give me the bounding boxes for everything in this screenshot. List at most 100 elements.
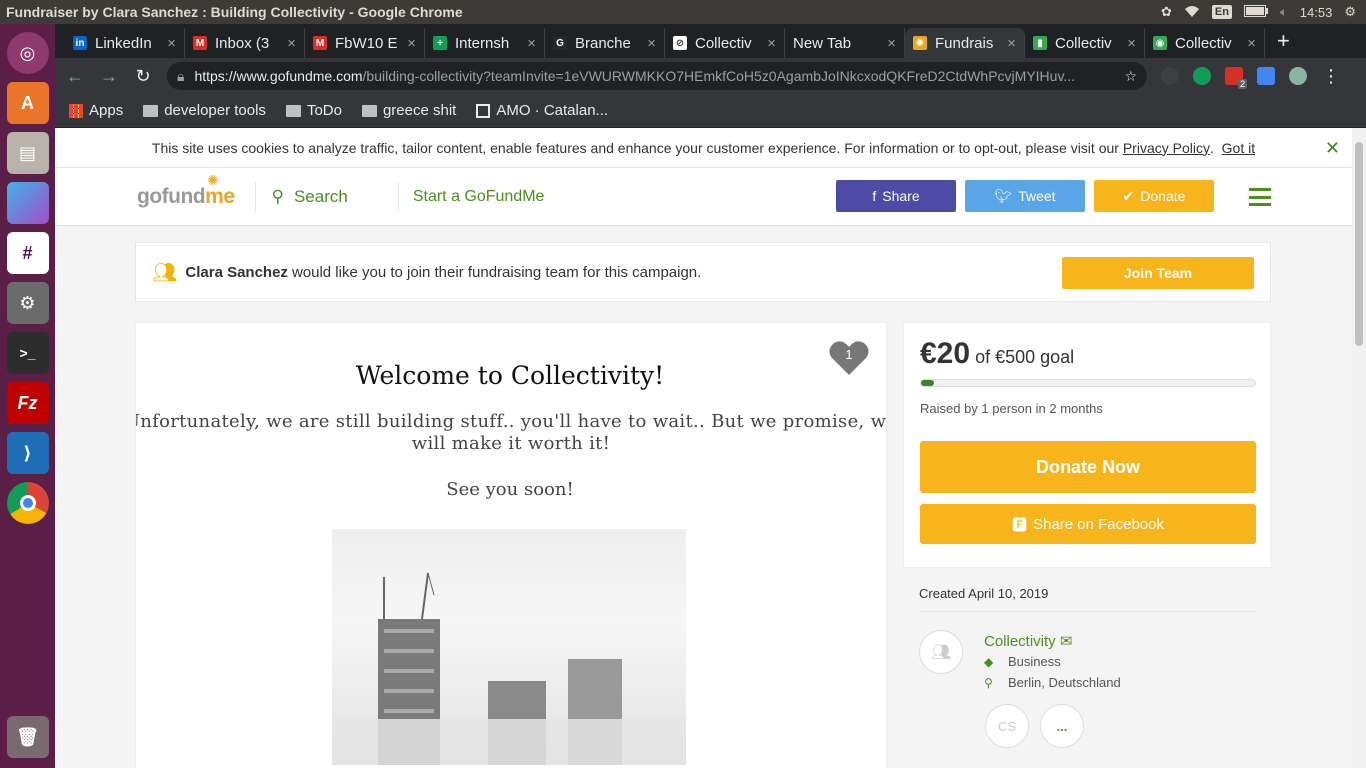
browser-tab[interactable]: in LinkedIn × bbox=[65, 28, 185, 58]
volume-muted-icon[interactable]: 🔈︎ bbox=[1280, 4, 1288, 20]
bookmark-item[interactable]: Apps bbox=[69, 102, 123, 119]
join-team-button[interactable]: Join Team bbox=[1062, 257, 1254, 289]
terminal-icon[interactable]: >_ bbox=[6, 332, 49, 374]
tab-close-icon[interactable]: × bbox=[1127, 35, 1136, 52]
heart-count: 1 bbox=[845, 347, 853, 362]
page-icon bbox=[476, 103, 491, 118]
battery-icon[interactable] bbox=[1243, 4, 1268, 20]
clock[interactable]: 14:53 bbox=[1300, 5, 1333, 20]
donate-button[interactable]: ✔ Donate bbox=[1094, 180, 1214, 212]
donate-now-button[interactable]: Donate Now bbox=[920, 441, 1256, 493]
browser-tab[interactable]: New Tab × bbox=[785, 28, 905, 58]
browser-tab[interactable]: M FbW10 E × bbox=[305, 28, 425, 58]
bookmark-item[interactable]: developer tools bbox=[143, 102, 266, 119]
tab-label: Internsh bbox=[455, 34, 510, 52]
settings-gear-icon[interactable]: ⚙ bbox=[1344, 4, 1356, 20]
apps-grid-icon bbox=[69, 103, 83, 118]
category[interactable]: ◆ Business bbox=[984, 654, 1061, 669]
facebook-icon: 🅵︎ bbox=[1012, 516, 1028, 534]
construction-fog-image bbox=[332, 529, 686, 765]
profile-avatar[interactable] bbox=[1289, 67, 1307, 85]
cookie-text: This site uses cookies to analyze traffi… bbox=[151, 139, 1119, 156]
close-cookie-icon[interactable]: ✕ bbox=[1325, 138, 1340, 159]
tab-label: Collectiv bbox=[1175, 34, 1232, 52]
tab-favicon-icon: ⊘ bbox=[673, 36, 687, 50]
chrome-icon[interactable] bbox=[6, 482, 49, 524]
tab-close-icon[interactable]: × bbox=[647, 35, 656, 52]
back-icon[interactable]: ← bbox=[65, 66, 85, 87]
filezilla-icon[interactable]: Fz bbox=[6, 382, 49, 424]
reload-icon[interactable]: ↻ bbox=[133, 66, 153, 87]
dropbox-icon[interactable]: ✿ bbox=[1161, 4, 1172, 20]
extension-icon[interactable] bbox=[1161, 67, 1179, 85]
search-link[interactable]: ⚲ Search bbox=[256, 181, 399, 212]
tab-close-icon[interactable]: × bbox=[1247, 35, 1256, 52]
envelope-icon[interactable]: ✉ bbox=[1060, 633, 1073, 650]
forward-icon[interactable]: → bbox=[99, 66, 119, 87]
gofundme-logo[interactable]: ✺ go fund me bbox=[137, 172, 256, 212]
tab-close-icon[interactable]: × bbox=[407, 35, 416, 52]
bookmark-star-icon[interactable]: ☆ bbox=[1124, 68, 1137, 85]
ubuntu-dash-icon[interactable]: ◎ bbox=[6, 32, 49, 74]
trash-icon[interactable]: 🗑︎ bbox=[6, 716, 49, 758]
browser-tab[interactable]: ▮ Collectiv × bbox=[1025, 28, 1145, 58]
address-bar[interactable]: 🔒︎ https://www.gofundme.com/building-col… bbox=[167, 62, 1147, 90]
window-title: Fundraiser by Clara Sanchez : Building C… bbox=[6, 4, 463, 20]
progress-bar bbox=[920, 379, 1256, 387]
tab-label: Inbox (3 bbox=[215, 34, 270, 52]
share-button[interactable]: f Share bbox=[836, 180, 956, 212]
team-member-avatar[interactable]: CS bbox=[985, 704, 1029, 748]
more-members-button[interactable]: ... bbox=[1040, 704, 1084, 748]
extension-icon[interactable] bbox=[1193, 67, 1211, 85]
organizer-panel: Created April 10, 2019 👥︎ Collectivity ✉… bbox=[903, 578, 1271, 748]
tab-strip: in LinkedIn × M Inbox (3 × M FbW10 E × + Internsh ×… bbox=[55, 24, 1366, 58]
story-signoff: See you soon! bbox=[446, 479, 574, 500]
app-icon[interactable] bbox=[6, 182, 49, 224]
new-tab-icon[interactable]: + bbox=[1265, 28, 1302, 58]
software-center-icon[interactable]: A bbox=[6, 82, 49, 124]
scrollbar-thumb[interactable] bbox=[1355, 142, 1363, 346]
facebook-icon: f bbox=[872, 188, 877, 204]
adblock-icon[interactable]: 2 bbox=[1225, 67, 1247, 89]
wifi-icon[interactable] bbox=[1184, 4, 1200, 21]
browser-tab[interactable]: M Inbox (3 × bbox=[185, 28, 305, 58]
browser-tab[interactable]: G Branche × bbox=[545, 28, 665, 58]
tab-close-icon[interactable]: × bbox=[287, 35, 296, 52]
tab-close-icon[interactable]: × bbox=[167, 35, 176, 52]
slack-icon[interactable]: # bbox=[6, 232, 49, 274]
chrome-menu-icon[interactable]: ⋮ bbox=[1321, 66, 1341, 87]
keyboard-layout[interactable]: En bbox=[1211, 5, 1232, 19]
location: ⚲ Berlin, Deutschland bbox=[984, 675, 1121, 690]
goal-text: of €500 goal bbox=[975, 347, 1075, 367]
tab-close-icon[interactable]: × bbox=[527, 35, 536, 52]
share-on-facebook-button[interactable]: 🅵︎ Share on Facebook bbox=[920, 504, 1256, 544]
bookmark-label: Apps bbox=[89, 102, 124, 119]
browser-tab[interactable]: ⊘ Collectiv × bbox=[665, 28, 785, 58]
tweet-button[interactable]: 🐦︎ Tweet bbox=[965, 180, 1085, 212]
extension-icon[interactable] bbox=[1257, 67, 1275, 85]
url-domain: https://www.gofundme.com bbox=[194, 68, 363, 84]
bookmark-item[interactable]: ToDo bbox=[285, 102, 342, 119]
page-scrollbar[interactable] bbox=[1352, 128, 1366, 768]
organizer-name[interactable]: Collectivity ✉ bbox=[984, 632, 1072, 650]
browser-tab[interactable]: ✺ Fundrais × bbox=[905, 28, 1025, 58]
bookmark-item[interactable]: AMO · Catalan... bbox=[476, 102, 608, 119]
tab-close-icon[interactable]: × bbox=[767, 35, 776, 52]
vscode-icon[interactable]: ⟩ bbox=[6, 432, 49, 474]
inviter-name: Clara Sanchez bbox=[185, 263, 288, 281]
bookmark-item[interactable]: greece shit bbox=[361, 102, 456, 119]
system-settings-icon[interactable]: ⚙ bbox=[6, 282, 49, 324]
amount-raised: €20 of €500 goal bbox=[920, 337, 1075, 370]
story-text: Unfortunately, we are still building stu… bbox=[135, 411, 887, 454]
start-gofundme-link[interactable]: Start a GoFundMe bbox=[399, 188, 545, 206]
organizer-avatar[interactable]: 👥︎ bbox=[919, 630, 963, 674]
tab-close-icon[interactable]: × bbox=[1007, 35, 1016, 52]
check-icon: ✔ bbox=[1122, 187, 1135, 204]
files-icon[interactable]: ▤ bbox=[6, 132, 49, 174]
browser-tab[interactable]: ◉ Collectiv × bbox=[1145, 28, 1265, 58]
tab-close-icon[interactable]: × bbox=[887, 35, 896, 52]
got-it-link[interactable]: Got it bbox=[1222, 140, 1255, 156]
browser-tab[interactable]: + Internsh × bbox=[425, 28, 545, 58]
hamburger-menu-icon[interactable] bbox=[1249, 188, 1271, 206]
privacy-policy-link[interactable]: Privacy Policy bbox=[1123, 140, 1210, 156]
